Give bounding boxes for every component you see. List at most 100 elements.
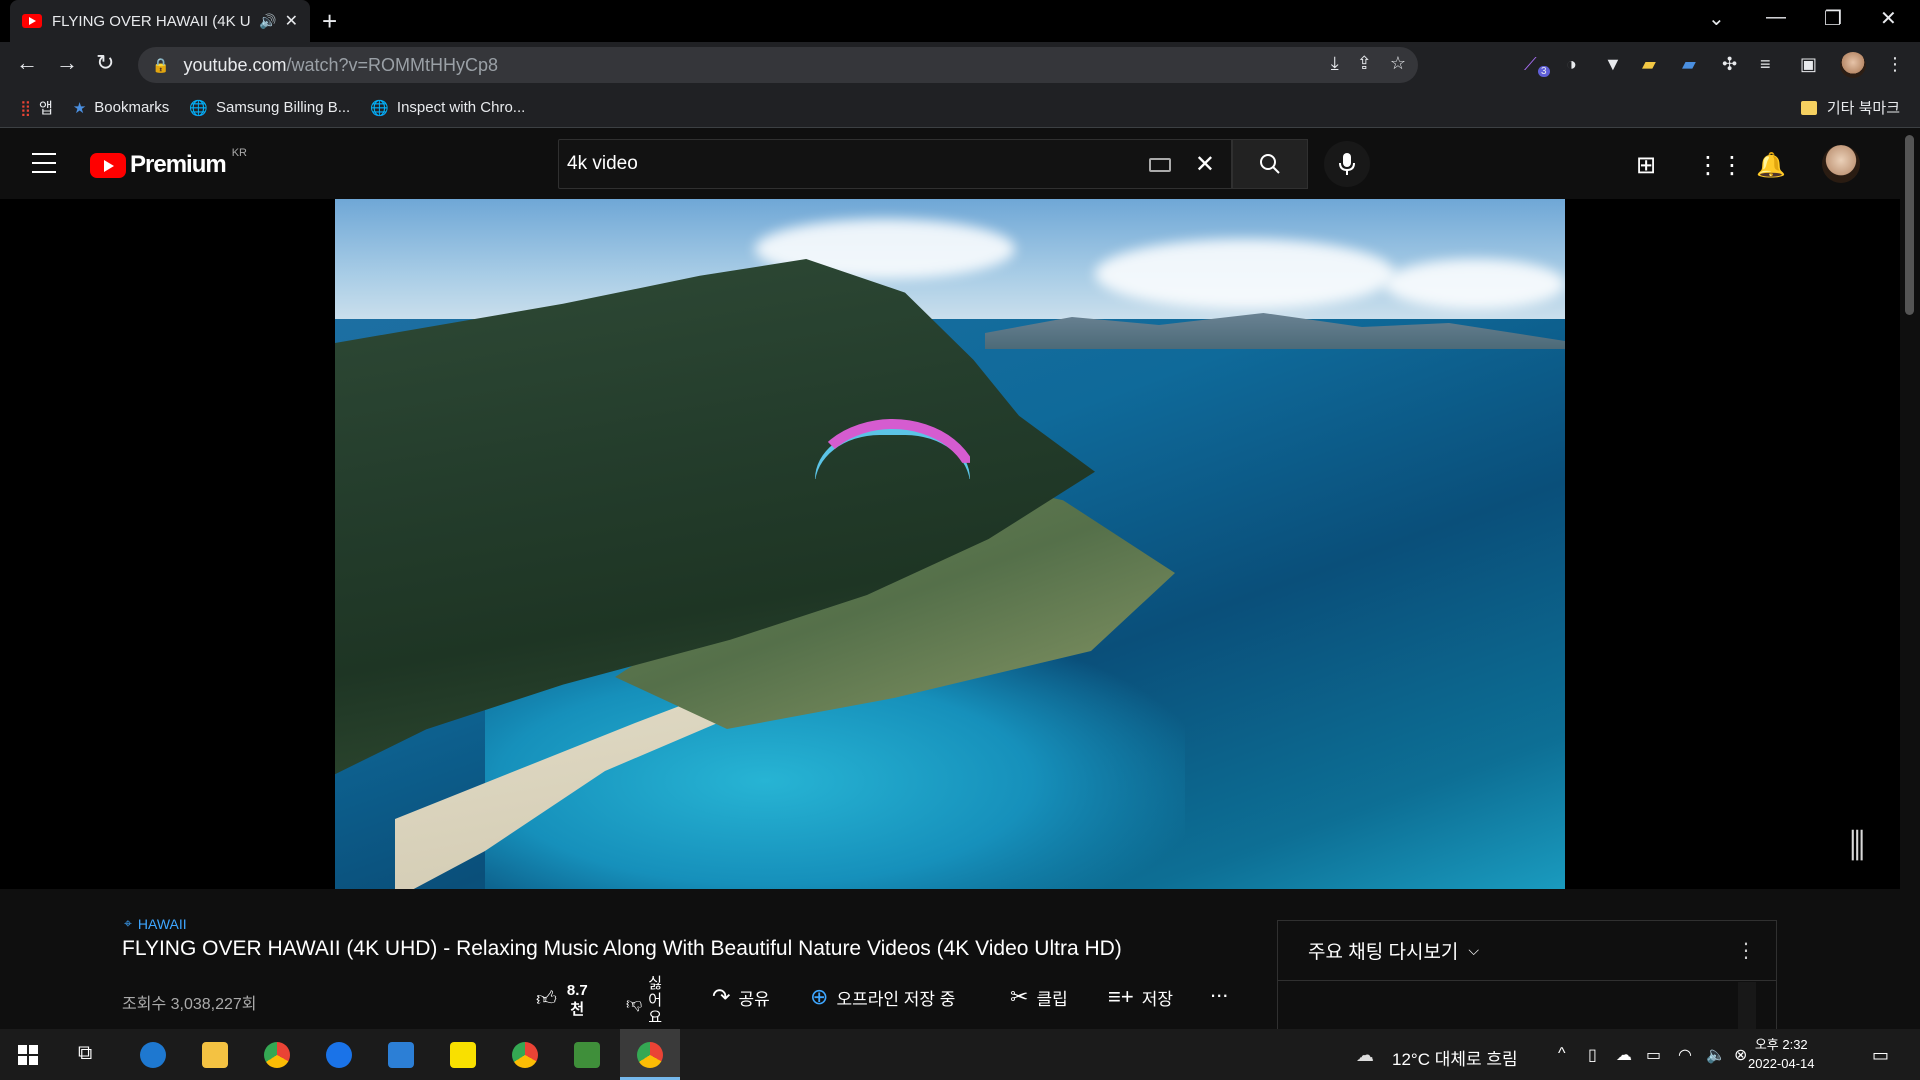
install-icon[interactable]: ⤓: [1331, 53, 1339, 74]
back-button[interactable]: ←: [16, 50, 38, 76]
save-button[interactable]: ≡+ 저장: [1108, 984, 1173, 1010]
vscode-icon[interactable]: [388, 1042, 414, 1068]
search-box: ✕: [558, 139, 1232, 189]
channel-watermark-icon[interactable]: ⫼: [1849, 827, 1865, 866]
task-view-icon[interactable]: ⧉: [78, 1042, 92, 1065]
lock-icon[interactable]: 🔒: [152, 57, 169, 74]
chrome-menu-icon[interactable]: ⋮: [1886, 54, 1904, 75]
chrome-profile-icon[interactable]: [512, 1042, 538, 1068]
video-player[interactable]: ⫼: [0, 199, 1900, 889]
search-button[interactable]: [1232, 139, 1308, 189]
account-avatar[interactable]: [1822, 145, 1860, 183]
like-button[interactable]: 👍︎ 8.7 천: [536, 981, 588, 1019]
onedrive-icon[interactable]: ☁: [1616, 1045, 1632, 1065]
audio-playing-icon[interactable]: 🔊: [259, 13, 276, 30]
bookmark-bookmarks[interactable]: ★ Bookmarks: [73, 99, 169, 117]
side-panel-icon[interactable]: ▣: [1800, 54, 1817, 75]
more-actions-icon: ...: [1210, 977, 1229, 1002]
video-frame[interactable]: [335, 199, 1565, 889]
tray-device-icon[interactable]: ▯: [1588, 1045, 1597, 1065]
bookmark-apps[interactable]: ⣿ 앱: [20, 97, 53, 118]
clip-button[interactable]: ✂ 클립: [1010, 984, 1068, 1010]
dislike-button[interactable]: 👎︎ 싫어요: [626, 975, 666, 1026]
chrome-active-icon[interactable]: [637, 1042, 663, 1068]
address-bar[interactable]: 🔒 youtube.com/watch?v=ROMMtHHyCp8 ⤓ ⇪ ☆: [138, 47, 1418, 83]
extension-v-icon[interactable]: ▼: [1604, 54, 1622, 75]
notifications-bell-icon[interactable]: 🔔: [1756, 151, 1786, 180]
tab-strip: FLYING OVER HAWAII (4K U 🔊 ✕ + ⌄ — ❐ ✕: [0, 0, 1920, 42]
tab-search-icon[interactable]: ⌄: [1708, 6, 1725, 31]
extension-icon[interactable]: ⟋: [1524, 54, 1537, 75]
tray-chevron-icon[interactable]: ^: [1558, 1045, 1566, 1063]
clear-search-icon[interactable]: ✕: [1195, 150, 1215, 179]
apps-icon[interactable]: ⋮⋮: [1696, 151, 1744, 180]
reload-button[interactable]: ↻: [96, 50, 114, 76]
scrollbar-thumb[interactable]: [1905, 135, 1914, 315]
weather-text[interactable]: 12°C 대체로 흐림: [1392, 1045, 1518, 1070]
create-video-icon[interactable]: ⊞: [1636, 151, 1656, 180]
playlist-add-icon: ≡+: [1108, 984, 1134, 1009]
download-progress-icon: ⊕: [810, 984, 829, 1009]
search-icon: [1260, 154, 1280, 174]
volume-icon[interactable]: 🔈: [1706, 1045, 1726, 1065]
youtube-favicon-icon: [22, 14, 42, 28]
extension-yellow-icon[interactable]: ▰: [1642, 54, 1656, 75]
chat-scrollbar[interactable]: [1738, 982, 1756, 1031]
browser-tab[interactable]: FLYING OVER HAWAII (4K U 🔊 ✕: [10, 0, 310, 42]
extension-blue-icon[interactable]: ▰: [1682, 54, 1696, 75]
youtube-play-icon: [90, 152, 126, 178]
chat-more-icon[interactable]: ⋮: [1736, 938, 1756, 963]
close-window-button[interactable]: ✕: [1880, 6, 1897, 31]
tab-close-icon[interactable]: ✕: [285, 11, 298, 31]
like-count: 8.7: [566, 982, 588, 999]
chrome-icon[interactable]: [264, 1042, 290, 1068]
location-pin-icon: ⌖: [124, 915, 132, 931]
kakaotalk-icon[interactable]: [450, 1042, 476, 1068]
video-cloud: [1385, 259, 1565, 309]
bookmarks-bar: ⣿ 앱 ★ Bookmarks 🌐 Samsung Billing B... 🌐…: [0, 88, 1920, 128]
scissors-icon: ✂: [1010, 984, 1029, 1009]
search-input[interactable]: [567, 153, 1127, 175]
maps-pin-icon[interactable]: [326, 1042, 352, 1068]
extension-shield-icon[interactable]: ◑: [1566, 54, 1577, 75]
share-button[interactable]: ↷ 공유: [712, 984, 770, 1010]
chat-header[interactable]: 주요 채팅 다시보기 ⌵ ⋮: [1278, 921, 1776, 981]
more-actions-button[interactable]: ...: [1210, 977, 1228, 1003]
other-bookmarks[interactable]: 기타 북마크: [1800, 97, 1900, 118]
new-tab-button[interactable]: +: [322, 6, 337, 37]
bookmark-star-icon[interactable]: ☆: [1390, 53, 1406, 74]
battery-icon[interactable]: ▭: [1646, 1045, 1661, 1065]
page-scrollbar[interactable]: [1900, 129, 1920, 1029]
url-host: youtube.com: [183, 54, 287, 75]
menu-icon[interactable]: [32, 153, 56, 173]
bookmark-samsung-billing[interactable]: 🌐 Samsung Billing B...: [189, 99, 350, 117]
dislike-label: 싫어요: [648, 975, 663, 1026]
bookmark-label: 앱: [39, 100, 53, 117]
video-title: FLYING OVER HAWAII (4K UHD) - Relaxing M…: [122, 937, 1122, 960]
clock-date: 2022-04-14: [1748, 1056, 1815, 1071]
offline-download-button[interactable]: ⊕ 오프라인 저장 중: [810, 984, 955, 1010]
media-control-icon[interactable]: ≡: [1760, 54, 1771, 75]
profile-avatar[interactable]: [1840, 52, 1866, 78]
folder-icon: [1800, 100, 1817, 115]
voice-search-button[interactable]: [1324, 141, 1370, 187]
notification-center-icon[interactable]: ▭: [1872, 1045, 1889, 1066]
keyboard-icon[interactable]: [1149, 158, 1171, 172]
forward-button[interactable]: →: [56, 50, 78, 76]
wifi-icon[interactable]: ◠: [1678, 1045, 1692, 1065]
windows-start-icon[interactable]: [18, 1045, 38, 1065]
bookmark-inspect[interactable]: 🌐 Inspect with Chro...: [370, 99, 525, 117]
file-explorer-icon[interactable]: [202, 1042, 228, 1068]
extensions-puzzle-icon[interactable]: ✣: [1722, 54, 1737, 75]
system-clock[interactable]: 오후 2:32 2022-04-14: [1748, 1035, 1815, 1073]
tray-x-icon[interactable]: ⊗: [1734, 1045, 1747, 1065]
cloud-weather-icon[interactable]: ☁: [1356, 1045, 1374, 1066]
internet-explorer-icon[interactable]: [140, 1042, 166, 1068]
restore-button[interactable]: ❐: [1824, 6, 1842, 31]
thumbs-up-icon: 👍︎: [536, 988, 557, 1010]
youtube-logo[interactable]: Premium KR: [90, 147, 247, 179]
share-icon[interactable]: ⇪: [1357, 53, 1372, 74]
image-viewer-icon[interactable]: [574, 1042, 600, 1068]
minimize-button[interactable]: —: [1766, 6, 1786, 29]
location-hashtag[interactable]: ⌖ HAWAII: [124, 915, 187, 932]
